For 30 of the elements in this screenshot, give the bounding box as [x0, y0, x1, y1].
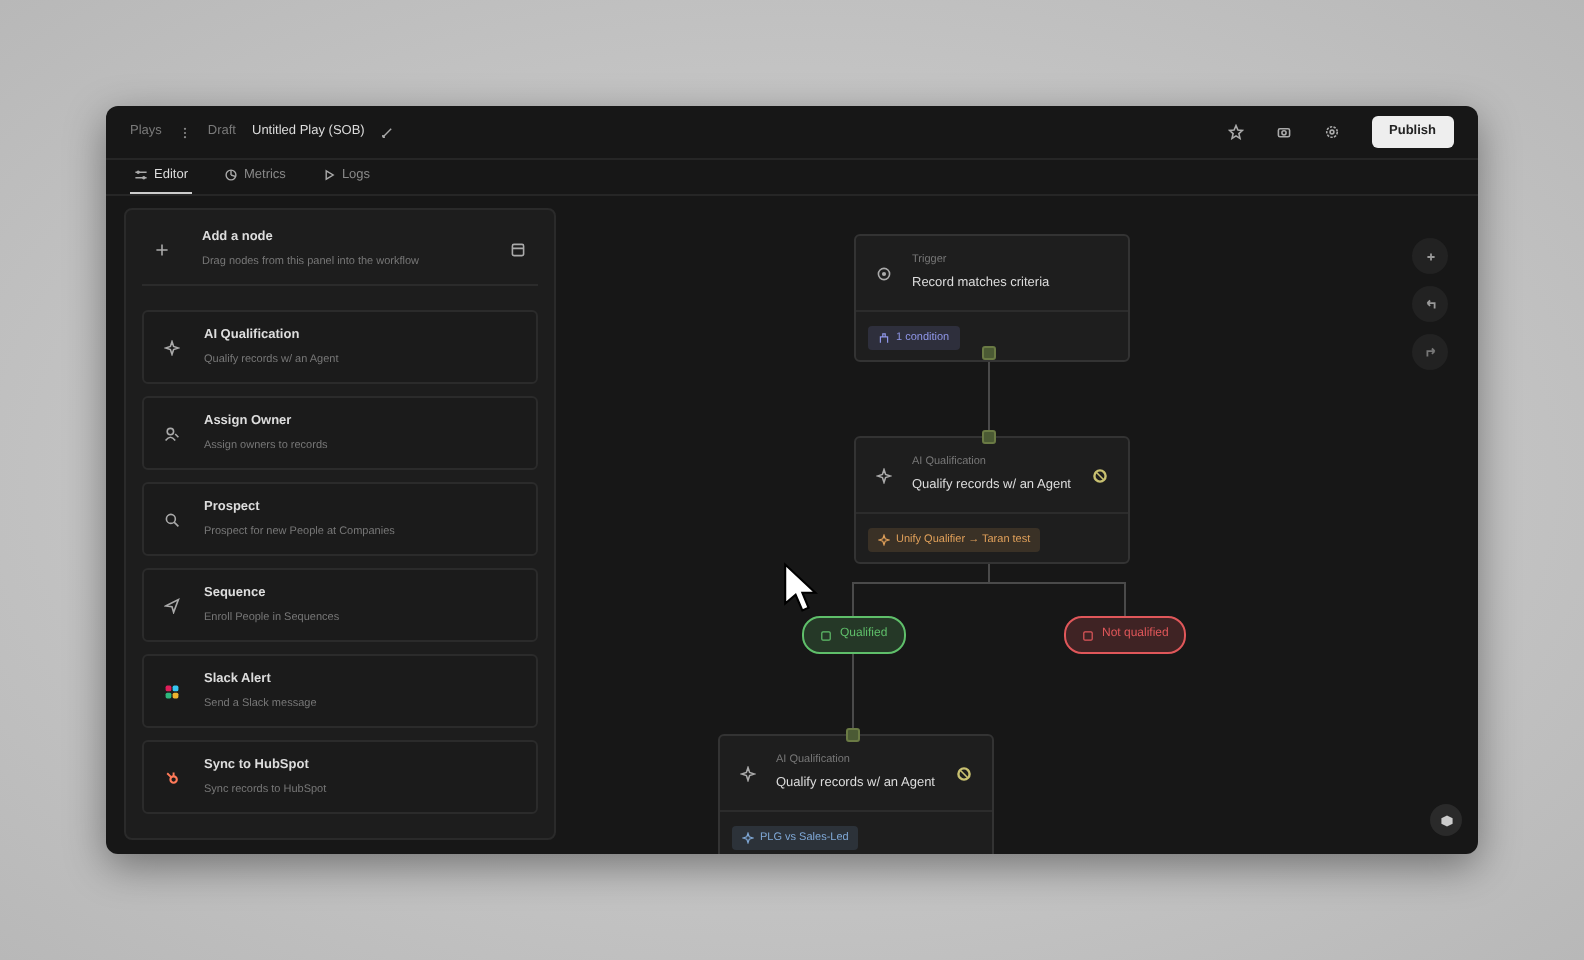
connection-handle[interactable]	[982, 430, 996, 444]
panel-icon[interactable]	[510, 241, 526, 257]
status-icon	[1092, 467, 1108, 483]
undo-icon	[1421, 295, 1439, 313]
owner-icon	[164, 425, 180, 441]
sequence-icon	[164, 597, 180, 613]
hexagon-icon	[1439, 813, 1453, 827]
tag-icon	[878, 332, 890, 344]
help-button[interactable]	[1430, 804, 1462, 836]
plus-icon	[154, 241, 170, 257]
tag-icon	[878, 534, 890, 546]
slack-icon	[164, 683, 180, 699]
prospect-icon	[164, 511, 180, 527]
hubspot-icon	[164, 769, 180, 785]
canvas-control-button[interactable]	[1412, 286, 1448, 322]
status-icon	[956, 765, 972, 781]
connection-handle[interactable]	[846, 728, 860, 742]
pencil-icon[interactable]	[380, 125, 395, 139]
redo-icon	[1421, 343, 1439, 361]
add-icon	[1421, 247, 1439, 265]
metrics-icon	[223, 168, 238, 182]
branch-icon	[820, 629, 832, 641]
canvas-control-button[interactable]	[1412, 238, 1448, 274]
tag-icon	[742, 832, 754, 844]
camera-icon[interactable]	[1275, 124, 1292, 140]
branch-icon	[1082, 629, 1094, 641]
connection-handle[interactable]	[982, 346, 996, 360]
canvas-control-button[interactable]	[1412, 334, 1448, 370]
star-icon[interactable]	[1227, 124, 1244, 140]
settings-icon[interactable]	[1323, 124, 1340, 140]
